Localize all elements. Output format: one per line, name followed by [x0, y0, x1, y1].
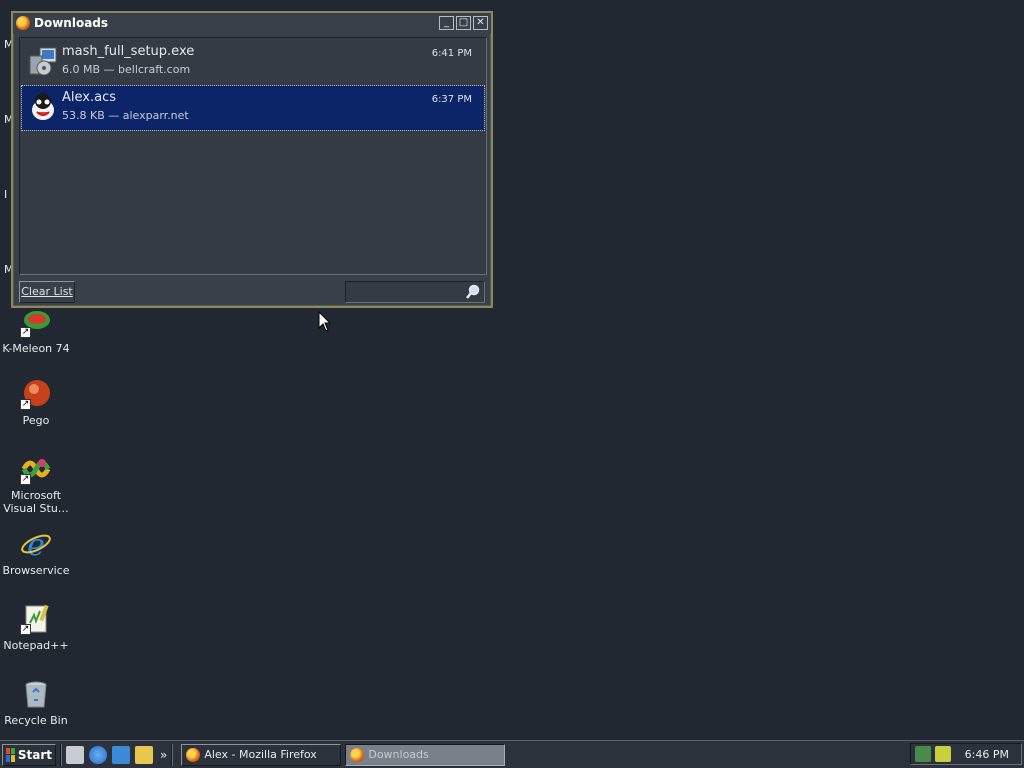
- downloads-list[interactable]: mash_full_setup.exe 6.0 MB — bellcraft.c…: [19, 37, 487, 275]
- download-filename: mash_full_setup.exe: [62, 44, 195, 59]
- desktop-icon-label: Microsoft Visual Stu…: [3, 489, 69, 515]
- window-title: Downloads: [34, 16, 109, 30]
- taskbar-button-downloads[interactable]: Downloads: [345, 743, 506, 766]
- clear-list-button[interactable]: Clear List: [19, 281, 75, 303]
- download-item[interactable]: Alex.acs 53.8 KB — alexparr.net 6:37 PM: [21, 85, 485, 131]
- shortcut-arrow-icon: ↗: [20, 624, 31, 635]
- shortcut-arrow-icon: ↗: [20, 399, 31, 410]
- desktop-icon-pego[interactable]: ↗ Pego: [0, 378, 72, 427]
- downloads-window[interactable]: Downloads _ □ ✕ mash_full_setup.exe 6.0 …: [11, 11, 493, 308]
- firefox-icon: [186, 747, 201, 762]
- pego-icon: ↗: [20, 378, 52, 410]
- start-label: Start: [17, 747, 52, 762]
- taskbar-button-firefox[interactable]: Alex - Mozilla Firefox: [181, 743, 342, 766]
- search-icon[interactable]: [465, 284, 481, 300]
- taskbar-separator: [171, 743, 174, 766]
- close-button[interactable]: ✕: [473, 16, 488, 30]
- download-meta: 53.8 KB — alexparr.net: [62, 109, 189, 122]
- quick-launch: »: [66, 745, 167, 764]
- downloads-toolbar: Clear List: [19, 279, 487, 303]
- svg-text:e: e: [27, 528, 45, 560]
- desktop-icon-recycle-bin[interactable]: Recycle Bin: [0, 678, 72, 727]
- taskbar-button-label: Alex - Mozilla Firefox: [204, 748, 317, 761]
- desktop-icon-notepad-plus-plus[interactable]: ↗ Notepad++: [0, 603, 72, 652]
- download-time: 6:41 PM: [431, 48, 472, 59]
- recycle-bin-icon: [20, 678, 52, 710]
- download-meta: 6.0 MB — bellcraft.com: [62, 63, 191, 76]
- desktop-icon-label: Pego: [22, 414, 50, 427]
- windows-explorer-icon[interactable]: [135, 745, 153, 764]
- taskbar-separator: [60, 743, 62, 766]
- firefox-icon: [16, 16, 30, 30]
- window-titlebar[interactable]: Downloads _ □ ✕: [13, 13, 491, 33]
- taskbar-button-label: Downloads: [368, 748, 429, 761]
- desktop-icon-visual-studio[interactable]: ↗ Microsoft Visual Stu…: [0, 453, 72, 515]
- firefox-icon: [350, 747, 365, 762]
- shortcut-arrow-icon: ↗: [20, 474, 31, 485]
- maximize-button[interactable]: □: [456, 16, 471, 30]
- shortcut-arrow-icon: ↗: [20, 327, 31, 338]
- desktop-partial-label: I: [4, 188, 8, 201]
- notepad-plus-plus-icon: ↗: [20, 603, 52, 635]
- network-icon[interactable]: [915, 746, 931, 762]
- tray-app-icon[interactable]: [935, 746, 951, 762]
- download-item[interactable]: mash_full_setup.exe 6.0 MB — bellcraft.c…: [22, 40, 484, 84]
- quick-launch-overflow-button[interactable]: »: [160, 748, 167, 762]
- desktop-icon-label: K-Meleon 74: [2, 342, 70, 355]
- system-tray: 6:46 PM: [910, 743, 1022, 765]
- minimize-button[interactable]: _: [439, 16, 454, 30]
- desktop-icon-label: Recycle Bin: [4, 714, 68, 727]
- show-desktop-icon[interactable]: [66, 745, 84, 764]
- desktop-icon-label: Notepad++: [3, 639, 69, 652]
- windows-flag-icon: [6, 747, 15, 762]
- installer-icon: [28, 46, 58, 76]
- mouse-cursor-icon: [318, 311, 332, 332]
- internet-explorer-icon[interactable]: [89, 745, 107, 764]
- download-filename: Alex.acs: [62, 90, 116, 105]
- visual-studio-icon: ↗: [20, 453, 52, 485]
- search-input[interactable]: [345, 281, 485, 303]
- desktop-icon-k-meleon[interactable]: ↗ K-Meleon 74: [0, 306, 72, 355]
- download-time: 6:37 PM: [431, 94, 472, 105]
- clock[interactable]: 6:46 PM: [965, 748, 1009, 761]
- internet-explorer-icon: e: [20, 528, 52, 563]
- outlook-express-icon[interactable]: [112, 745, 130, 764]
- alex-character-icon: [28, 92, 58, 122]
- taskbar: Start » Alex - Mozilla Firefox Downloads…: [0, 740, 1024, 768]
- desktop-icon-label: Browservice: [2, 564, 70, 577]
- start-button[interactable]: Start: [2, 743, 56, 766]
- k-meleon-icon: ↗: [20, 306, 52, 338]
- desktop-icon-browservice[interactable]: e Browservice: [0, 528, 72, 577]
